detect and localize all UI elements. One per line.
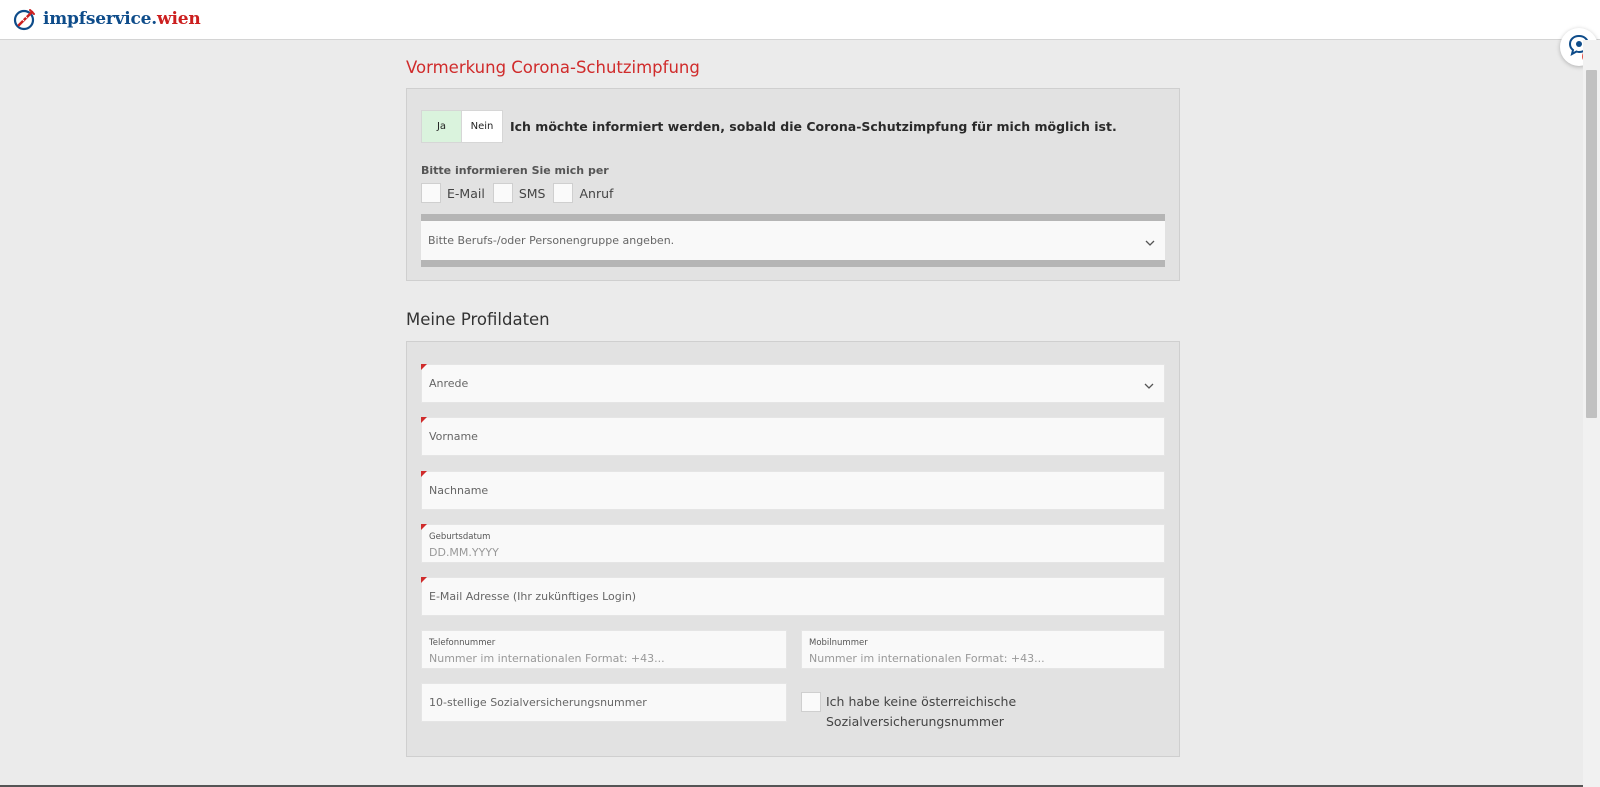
vormerkung-panel: Ja Nein Ich möchte informiert werden, so… xyxy=(406,88,1180,281)
required-marker xyxy=(421,471,427,477)
page-scrollbar[interactable] xyxy=(1583,40,1600,787)
logo-text: impfservice.wien xyxy=(43,9,201,29)
phone-placeholder: Nummer im internationalen Format: +43... xyxy=(429,652,665,665)
email-checkbox-label: E-Mail xyxy=(447,185,485,201)
notify-channels: E-Mail SMS Anruf xyxy=(421,183,621,203)
last-name-input[interactable]: Nachname xyxy=(421,471,1165,510)
toggle-no-button[interactable]: Nein xyxy=(462,111,502,142)
no-svnr-label: Ich habe keine österreichische Sozialver… xyxy=(826,694,1017,729)
call-checkbox-label: Anruf xyxy=(579,185,614,201)
email-input[interactable]: E-Mail Adresse (Ihr zukünftiges Login) xyxy=(421,577,1165,616)
sms-checkbox[interactable] xyxy=(492,183,513,203)
svnr-input[interactable]: 10-stellige Sozialversicherungsnummer xyxy=(421,683,787,722)
salutation-placeholder: Anrede xyxy=(429,377,469,390)
first-name-placeholder: Vorname xyxy=(429,430,478,443)
chevron-down-icon xyxy=(1144,380,1154,393)
syringe-circle-icon xyxy=(13,7,37,31)
mobile-label: Mobilnummer xyxy=(809,638,868,648)
salutation-select[interactable]: Anrede xyxy=(421,364,1165,403)
mobile-placeholder: Nummer im internationalen Format: +43... xyxy=(809,652,1045,665)
birthdate-input[interactable]: Geburtsdatum DD.MM.YYYY xyxy=(421,524,1165,563)
required-marker xyxy=(421,417,427,423)
toggle-yes-button[interactable]: Ja xyxy=(422,111,462,142)
email-placeholder: E-Mail Adresse (Ihr zukünftiges Login) xyxy=(429,590,637,603)
group-select[interactable]: Bitte Berufs-/oder Personengruppe angebe… xyxy=(421,221,1165,260)
required-marker xyxy=(421,524,427,530)
birthdate-placeholder: DD.MM.YYYY xyxy=(429,546,499,559)
top-bar: impfservice.wien xyxy=(0,0,1600,40)
first-name-input[interactable]: Vorname xyxy=(421,417,1165,456)
profile-title: Meine Profildaten xyxy=(406,310,550,329)
birthdate-label: Geburtsdatum xyxy=(429,532,491,542)
no-svnr-checkbox[interactable] xyxy=(801,692,821,712)
svnr-placeholder: 10-stellige Sozialversicherungsnummer xyxy=(429,696,647,709)
scrollbar-thumb[interactable] xyxy=(1586,70,1597,418)
sms-checkbox-label: SMS xyxy=(518,185,546,201)
inform-toggle: Ja Nein xyxy=(421,110,503,143)
phone-label: Telefonnummer xyxy=(429,638,496,648)
vormerkung-title: Vormerkung Corona-Schutzimpfung xyxy=(406,58,700,77)
required-marker xyxy=(421,364,427,370)
logo[interactable]: impfservice.wien xyxy=(13,6,201,32)
last-name-placeholder: Nachname xyxy=(429,484,489,497)
group-select-placeholder: Bitte Berufs-/oder Personengruppe angebe… xyxy=(428,234,675,247)
profile-panel: Anrede Vorname Nachname Geburtsdatum DD.… xyxy=(406,341,1180,757)
email-checkbox[interactable] xyxy=(421,183,441,203)
mobile-input[interactable]: Mobilnummer Nummer im internationalen Fo… xyxy=(801,630,1165,669)
chevron-down-icon xyxy=(1145,237,1155,250)
phone-input[interactable]: Telefonnummer Nummer im internationalen … xyxy=(421,630,787,669)
toggle-label: Ich möchte informiert werden, sobald die… xyxy=(510,119,1117,134)
required-marker xyxy=(421,577,427,583)
notify-channel-label: Bitte informieren Sie mich per xyxy=(421,164,609,177)
group-select-container: Bitte Berufs-/oder Personengruppe angebe… xyxy=(421,214,1165,267)
call-checkbox[interactable] xyxy=(553,183,574,203)
